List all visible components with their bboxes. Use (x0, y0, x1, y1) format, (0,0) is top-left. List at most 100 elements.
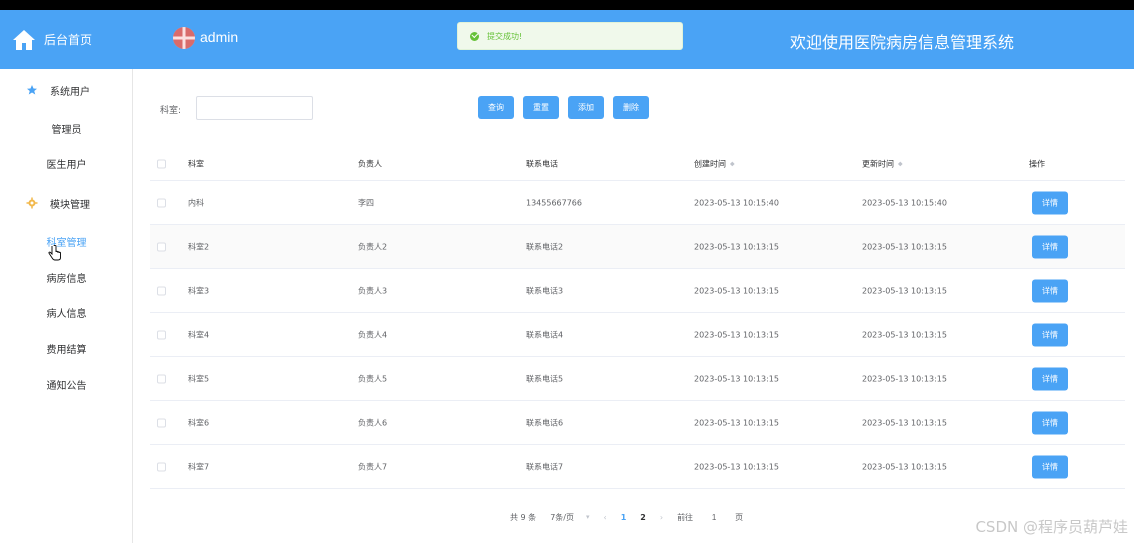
page-size-value: 7条/页 (550, 512, 574, 522)
cell-department: 科室6 (188, 418, 210, 427)
detail-button[interactable]: 详情 (1032, 323, 1068, 346)
brand-home-link[interactable]: 后台首页 (0, 10, 133, 69)
row-checkbox[interactable] (157, 374, 166, 383)
row-checkbox[interactable] (157, 418, 166, 427)
toast-message: 提交成功! (487, 31, 523, 41)
next-page-icon[interactable]: › (660, 513, 663, 522)
cell-created: 2023-05-13 10:13:15 (694, 462, 779, 471)
check-circle-icon (470, 31, 479, 41)
detail-button[interactable]: 详情 (1032, 191, 1068, 214)
sort-icon[interactable]: ◆ (730, 160, 735, 167)
menu-group-module-management[interactable]: 模块管理 (0, 196, 133, 211)
brand-label: 后台首页 (44, 33, 93, 47)
page-2-button[interactable]: 2 (640, 513, 646, 522)
cell-manager: 李四 (358, 198, 374, 207)
sidebar-item-ward-info[interactable]: 病房信息 (0, 270, 133, 285)
table-header-row: 科室 负责人 联系电话 创建时间 ◆ 更新时间 ◆ 操作 (150, 147, 1125, 181)
cell-created: 2023-05-13 10:13:15 (694, 374, 779, 383)
sidebar: 系统用户 管理员 医生用户 模块管理 科室管理 病房信息 病人信息 费用结算 通… (0, 69, 133, 543)
cell-department: 科室5 (188, 374, 210, 383)
column-header-created[interactable]: 创建时间 ◆ (694, 158, 735, 169)
user-name[interactable]: admin (200, 29, 238, 45)
cell-manager: 负责人5 (358, 374, 388, 383)
goto-prefix: 前往 (677, 512, 694, 522)
reset-button[interactable]: 重置 (523, 96, 559, 119)
cell-department: 科室4 (188, 330, 210, 339)
detail-button[interactable]: 详情 (1032, 235, 1068, 258)
menu-group-system-users[interactable]: 系统用户 (0, 83, 133, 98)
menu-group-label: 系统用户 (50, 86, 90, 98)
avatar[interactable] (173, 27, 195, 49)
row-checkbox[interactable] (157, 330, 166, 339)
sidebar-item-doctor-users[interactable]: 医生用户 (0, 156, 133, 171)
menu-group-label: 模块管理 (50, 199, 90, 211)
column-header-manager: 负责人 (358, 159, 382, 168)
cell-updated: 2023-05-13 10:13:15 (862, 286, 947, 295)
home-icon (13, 29, 35, 50)
cell-department: 科室3 (188, 286, 210, 295)
pagination: 共 9 条 7条/页 ▾ ‹ 1 2 › 前往 页 (510, 509, 757, 525)
cell-created: 2023-05-13 10:13:15 (694, 242, 779, 251)
column-header-updated-label: 更新时间 (862, 159, 894, 168)
row-checkbox[interactable] (157, 462, 166, 471)
site-title: 欢迎使用医院病房信息管理系统 (789, 33, 1014, 52)
detail-button[interactable]: 详情 (1032, 367, 1068, 390)
cell-created: 2023-05-13 10:15:40 (694, 198, 779, 207)
cell-phone: 13455667766 (526, 198, 582, 207)
delete-button[interactable]: 删除 (613, 96, 649, 119)
column-header-actions: 操作 (1029, 159, 1045, 168)
chevron-down-icon: ▾ (585, 513, 590, 521)
detail-button[interactable]: 详情 (1032, 455, 1068, 478)
detail-button[interactable]: 详情 (1032, 279, 1068, 302)
cell-updated: 2023-05-13 10:13:15 (862, 418, 947, 427)
sort-icon[interactable]: ◆ (898, 160, 903, 167)
department-table: 科室 负责人 联系电话 创建时间 ◆ 更新时间 ◆ 操作 内科 李四 1345566… (150, 147, 1125, 489)
page-1-button[interactable]: 1 (621, 513, 627, 522)
table-row: 科室7 负责人7 联系电话7 2023-05-13 10:13:15 2023-… (150, 445, 1125, 489)
cell-department: 科室2 (188, 242, 210, 251)
cell-phone: 联系电话6 (526, 418, 564, 427)
prev-page-icon[interactable]: ‹ (604, 513, 607, 522)
cell-phone: 联系电话7 (526, 462, 564, 471)
sidebar-item-admin[interactable]: 管理员 (0, 121, 133, 136)
table-row: 科室4 负责人4 联系电话4 2023-05-13 10:13:15 2023-… (150, 313, 1125, 357)
table-row: 内科 李四 13455667766 2023-05-13 10:15:40 20… (150, 181, 1125, 225)
row-checkbox[interactable] (157, 198, 166, 207)
column-header-phone: 联系电话 (526, 159, 558, 168)
cell-phone: 联系电话3 (526, 286, 564, 295)
cell-manager: 负责人2 (358, 242, 388, 251)
sidebar-item-billing[interactable]: 费用结算 (0, 341, 133, 356)
table-row: 科室3 负责人3 联系电话3 2023-05-13 10:13:15 2023-… (150, 269, 1125, 313)
cell-updated: 2023-05-13 10:13:15 (862, 330, 947, 339)
page-size-select[interactable]: 7条/页 ▾ (550, 512, 589, 523)
query-button[interactable]: 查询 (478, 96, 514, 119)
sidebar-item-patient-info[interactable]: 病人信息 (0, 305, 133, 320)
cell-manager: 负责人4 (358, 330, 388, 339)
pagination-total: 共 9 条 (510, 512, 537, 522)
cell-department: 内科 (188, 198, 204, 207)
row-checkbox[interactable] (157, 286, 166, 295)
select-all-checkbox[interactable] (157, 159, 166, 168)
table-row: 科室5 负责人5 联系电话5 2023-05-13 10:13:15 2023-… (150, 357, 1125, 401)
gear-icon (26, 197, 38, 209)
hand-cursor-icon (48, 245, 61, 261)
table-row: 科室2 负责人2 联系电话2 2023-05-13 10:13:15 2023-… (150, 225, 1125, 269)
detail-button[interactable]: 详情 (1032, 411, 1068, 434)
success-toast: 提交成功! (457, 22, 683, 50)
add-button[interactable]: 添加 (568, 96, 604, 119)
row-checkbox[interactable] (157, 242, 166, 251)
cell-manager: 负责人6 (358, 418, 388, 427)
star-icon (26, 84, 38, 96)
cell-phone: 联系电话5 (526, 374, 564, 383)
cell-updated: 2023-05-13 10:13:15 (862, 462, 947, 471)
sidebar-item-department-management[interactable]: 科室管理 (0, 234, 133, 249)
column-header-updated[interactable]: 更新时间 ◆ (862, 158, 903, 169)
cell-phone: 联系电话2 (526, 242, 564, 251)
department-search-label: 科室: (160, 106, 182, 116)
table-row: 科室6 负责人6 联系电话6 2023-05-13 10:13:15 2023-… (150, 401, 1125, 445)
goto-page-input[interactable] (707, 512, 722, 522)
main-content: 科室: 查询 重置 添加 删除 科室 负责人 联系电话 创建时间 ◆ 更新时间 ◆ … (134, 69, 1134, 543)
department-search-input[interactable] (196, 96, 313, 120)
sidebar-item-notices[interactable]: 通知公告 (0, 377, 133, 392)
goto-suffix: 页 (735, 512, 744, 522)
